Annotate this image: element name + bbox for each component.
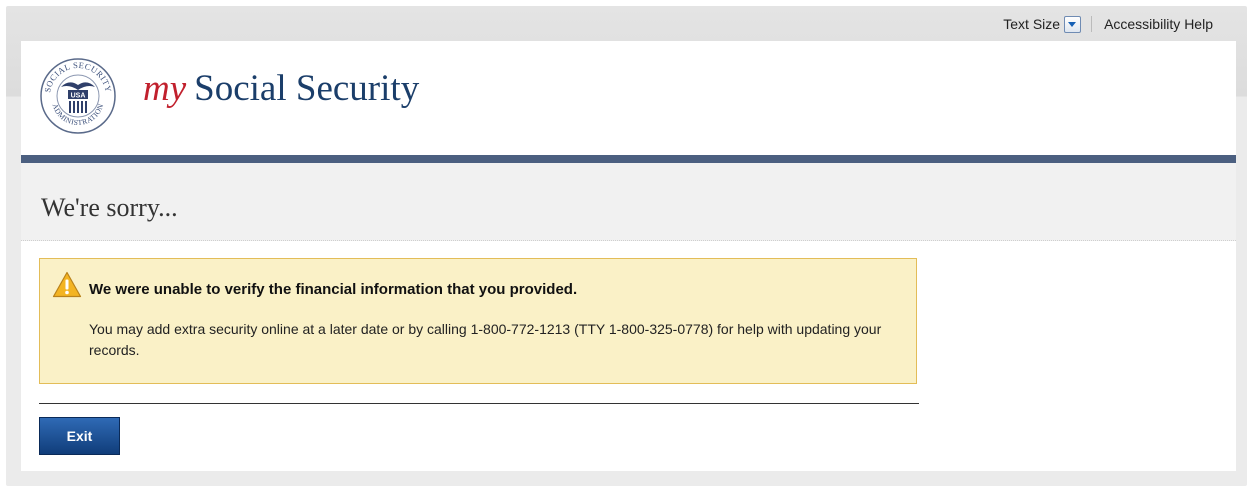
main-content: We're sorry... We were unable to verify … <box>21 163 1236 471</box>
svg-text:USA: USA <box>71 93 86 100</box>
site-brand: my Social Security <box>143 67 419 110</box>
section-divider <box>39 403 919 404</box>
alert-heading: We were unable to verify the financial i… <box>89 281 578 298</box>
brand-my: my <box>143 68 187 109</box>
site-header: SOCIAL SECURITY ADMINISTRATION USA my Soc… <box>21 41 1236 155</box>
ssa-seal-icon: SOCIAL SECURITY ADMINISTRATION USA <box>40 58 116 134</box>
exit-button[interactable]: Exit <box>39 417 120 455</box>
title-band: We're sorry... <box>21 163 1236 241</box>
warning-alert: We were unable to verify the financial i… <box>39 258 917 384</box>
page-title: We're sorry... <box>41 193 178 222</box>
warning-icon <box>52 271 82 298</box>
alert-body: You may add extra security online at a l… <box>89 321 882 358</box>
utility-separator <box>1091 16 1093 32</box>
utility-bar: Text Size Accessibility Help <box>1003 14 1213 34</box>
text-size-label[interactable]: Text Size <box>1003 16 1060 32</box>
brand-name: Social Security <box>194 68 420 109</box>
accessibility-help-link[interactable]: Accessibility Help <box>1104 16 1213 32</box>
text-size-dropdown-icon[interactable] <box>1064 15 1082 33</box>
header-rule <box>21 155 1236 163</box>
